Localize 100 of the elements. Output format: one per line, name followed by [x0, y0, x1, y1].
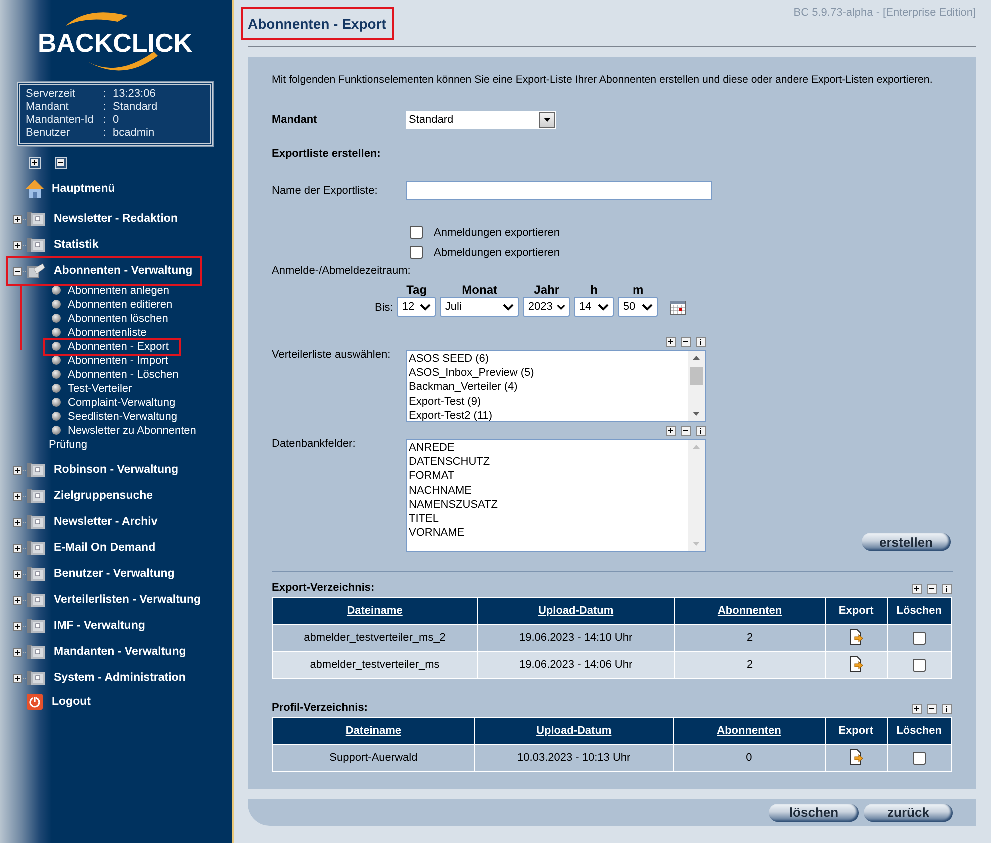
nav-subitem[interactable]: Abonnenten - Import: [49, 354, 215, 368]
list-option[interactable]: Export-Test2 (11): [409, 408, 686, 424]
expand-icon[interactable]: [13, 240, 26, 250]
nav-subitem[interactable]: Abonnenten - Export: [45, 340, 179, 354]
name-input-field[interactable]: [406, 181, 712, 200]
export-icon[interactable]: [848, 628, 864, 644]
delete-button[interactable]: löschen: [769, 804, 859, 822]
expand-icon[interactable]: [13, 596, 26, 604]
info-icon[interactable]: [696, 426, 706, 436]
mandant-dropdown[interactable]: Standard: [406, 111, 556, 129]
nav-subitem[interactable]: Seedlisten-Verwaltung: [49, 410, 215, 424]
expand-icon[interactable]: [13, 214, 26, 224]
expand-icon[interactable]: [13, 648, 26, 656]
collapse-icon[interactable]: [681, 337, 691, 347]
expand-icon[interactable]: [13, 570, 26, 578]
nav-group[interactable]: Abonnenten - Verwaltung: [51, 262, 196, 280]
list-option[interactable]: Backman_Verteiler (4): [409, 380, 686, 395]
nav-group[interactable]: E-Mail On Demand: [51, 539, 159, 557]
collapse-icon[interactable]: [927, 584, 937, 594]
nav-subitem[interactable]: Test-Verteiler: [49, 382, 215, 396]
list-option[interactable]: ANREDE: [409, 441, 686, 456]
list-option[interactable]: ASOS SEED (6): [409, 352, 686, 366]
expand-icon[interactable]: [666, 426, 676, 436]
list-option[interactable]: TITEL: [409, 512, 686, 526]
expand-icon[interactable]: [666, 337, 676, 347]
expand-icon[interactable]: [13, 674, 26, 682]
folder-icon: [26, 644, 46, 660]
collapse-icon[interactable]: [13, 266, 26, 276]
create-button[interactable]: erstellen: [862, 533, 951, 551]
collapse-icon[interactable]: [927, 704, 937, 714]
nav-group[interactable]: System - Administration: [51, 669, 189, 687]
date-select[interactable]: 12: [397, 297, 436, 317]
list-option[interactable]: DATENSCHUTZ: [409, 455, 686, 470]
expand-icon[interactable]: [912, 704, 922, 714]
expand-icon[interactable]: [13, 518, 26, 526]
sort-link[interactable]: Upload-Datum: [474, 718, 674, 744]
list-option[interactable]: FORMAT: [409, 469, 686, 484]
nav-item[interactable]: Hauptmenü: [49, 180, 118, 198]
export-icon[interactable]: [848, 656, 864, 672]
nav-subitem[interactable]: Abonnenten löschen: [49, 312, 215, 326]
list-option[interactable]: NAMENSZUSATZ: [409, 498, 686, 512]
nav-subitem[interactable]: Complaint-Verwaltung: [49, 396, 215, 410]
export-icon[interactable]: [848, 748, 864, 764]
date-select[interactable]: 14: [574, 297, 614, 317]
nav-subitem[interactable]: Abonnentenliste: [49, 326, 215, 340]
date-select[interactable]: 2023: [523, 297, 570, 317]
list-box[interactable]: ANREDE DATENSCHUTZ FORMAT NACHNAME NAMENSZUSATZ TITEL VORNAME: [406, 439, 706, 552]
checkbox[interactable]: [912, 632, 926, 644]
column-heading: Monat: [462, 283, 498, 297]
logout-link[interactable]: Logout: [49, 693, 94, 711]
collapse-icon[interactable]: [681, 426, 691, 436]
date-select[interactable]: Juli: [440, 297, 520, 317]
expand-icon[interactable]: [13, 492, 26, 500]
nav-group[interactable]: Newsletter - Archiv: [51, 513, 161, 531]
chevron-icon: [503, 304, 514, 310]
nav-group[interactable]: Zielgruppensuche: [51, 487, 156, 505]
table-cell: 10.03.2023 - 10:13 Uhr: [474, 744, 674, 772]
nav-group[interactable]: Mandanten - Verwaltung: [51, 643, 190, 661]
collapse-all-icon[interactable]: [55, 157, 67, 169]
expand-icon[interactable]: [13, 544, 26, 552]
expand-icon[interactable]: [912, 584, 922, 594]
nav-subitem[interactable]: Abonnenten - Löschen: [49, 368, 215, 382]
sort-link[interactable]: Dateiname: [272, 598, 478, 624]
sort-link[interactable]: Abonnenten: [674, 598, 826, 624]
calendar-icon[interactable]: [670, 301, 686, 315]
nav-group[interactable]: Benutzer - Verwaltung: [51, 565, 178, 583]
nav-subitem[interactable]: Abonnenten editieren: [49, 298, 215, 312]
checkbox[interactable]: [912, 658, 926, 672]
nav-group[interactable]: Newsletter - Redaktion: [51, 210, 181, 228]
scrollbar[interactable]: [688, 440, 705, 551]
sort-link[interactable]: Dateiname: [272, 718, 475, 744]
info-icon[interactable]: [942, 704, 952, 714]
info-icon[interactable]: [696, 337, 706, 347]
sort-link[interactable]: Upload-Datum: [478, 598, 675, 624]
sort-link[interactable]: Abonnenten: [673, 718, 826, 744]
nav-subitem[interactable]: Abonnenten anlegen: [49, 284, 215, 298]
folder-icon: [26, 540, 46, 556]
list-option[interactable]: NACHNAME: [409, 484, 686, 498]
info-label: Benutzer: [26, 127, 72, 140]
expand-all-icon[interactable]: [29, 157, 41, 169]
nav-group[interactable]: Robinson - Verwaltung: [51, 461, 182, 479]
checkbox[interactable]: [410, 246, 423, 259]
list-option[interactable]: ASOS_Inbox_Preview (5): [409, 366, 686, 380]
bullet-icon: [52, 384, 61, 393]
date-select[interactable]: 50: [618, 297, 658, 317]
list-box[interactable]: ASOS SEED (6) ASOS_Inbox_Preview (5) Backman_Verteiler (4) Export-Test (9) Export-Test2 (11): [406, 350, 706, 422]
info-label: Mandanten-Id: [26, 114, 95, 127]
checkbox[interactable]: [410, 226, 423, 239]
nav-subitem[interactable]: Newsletter zu Abonnenten Prüfung: [49, 424, 215, 452]
back-button[interactable]: zurück: [864, 804, 953, 822]
scrollbar[interactable]: [688, 351, 705, 421]
nav-group[interactable]: Verteilerlisten - Verwaltung: [51, 591, 204, 609]
expand-icon[interactable]: [13, 622, 26, 630]
nav-group[interactable]: Statistik: [51, 236, 102, 254]
list-option[interactable]: VORNAME: [409, 526, 686, 540]
info-icon[interactable]: [942, 584, 952, 594]
checkbox[interactable]: [912, 752, 926, 764]
list-option[interactable]: Export-Test (9): [409, 394, 686, 409]
expand-icon[interactable]: [13, 466, 26, 474]
nav-group[interactable]: IMF - Verwaltung: [51, 617, 148, 635]
